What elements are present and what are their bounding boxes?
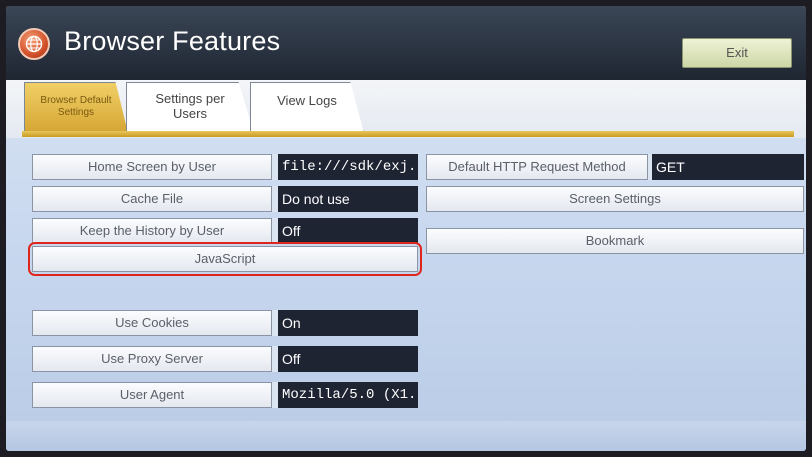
setting-label[interactable]: User Agent — [32, 382, 272, 408]
tab-settings-per-users[interactable]: Settings per Users — [126, 82, 254, 133]
setting-value: Off — [278, 218, 418, 244]
setting-keep-history-by-user[interactable]: Keep the History by User Off — [32, 218, 418, 244]
setting-use-cookies[interactable]: Use Cookies On — [32, 310, 418, 336]
setting-value: Off — [278, 346, 418, 372]
setting-label[interactable]: Keep the History by User — [32, 218, 272, 244]
tab-label-line1: Browser Default — [40, 95, 112, 106]
setting-cache-file[interactable]: Cache File Do not use — [32, 186, 418, 212]
setting-home-screen-by-user[interactable]: Home Screen by User file:///sdk/exj. — [32, 154, 418, 180]
setting-value: Mozilla/5.0 (X1. — [278, 382, 418, 408]
exit-button[interactable]: Exit — [682, 38, 792, 68]
globe-icon — [18, 28, 50, 60]
page-title: Browser Features — [64, 26, 281, 56]
tab-browser-default-settings[interactable]: Browser Default Settings — [24, 82, 128, 133]
bottom-bar — [6, 421, 806, 451]
setting-bookmark[interactable]: Bookmark — [426, 228, 804, 254]
tab-label-line2: Users — [173, 106, 207, 121]
setting-default-http-request-method[interactable]: Default HTTP Request Method GET — [426, 154, 804, 180]
setting-label[interactable]: Home Screen by User — [32, 154, 272, 180]
setting-user-agent[interactable]: User Agent Mozilla/5.0 (X1. — [32, 382, 418, 408]
browser-features-screen: Browser Features Exit Browser Default Se… — [6, 6, 806, 451]
setting-screen-settings[interactable]: Screen Settings — [426, 186, 804, 212]
setting-value: Do not use — [278, 186, 418, 212]
setting-label[interactable]: Cache File — [32, 186, 272, 212]
setting-label[interactable]: Default HTTP Request Method — [426, 154, 648, 180]
setting-value: On — [278, 310, 418, 336]
title-bar: Browser Features Exit — [6, 6, 806, 80]
setting-label[interactable]: Bookmark — [426, 228, 804, 254]
tab-view-logs[interactable]: View Logs — [250, 82, 364, 133]
setting-value: GET — [652, 154, 804, 180]
tab-label-line1: Settings per — [155, 91, 225, 106]
setting-use-proxy-server[interactable]: Use Proxy Server Off — [32, 346, 418, 372]
setting-value: file:///sdk/exj. — [278, 154, 418, 180]
tab-label-line2: Settings — [57, 107, 95, 118]
setting-label[interactable]: Screen Settings — [426, 186, 804, 212]
setting-label[interactable]: Use Proxy Server — [32, 346, 272, 372]
javascript-highlight-outline — [28, 242, 422, 276]
tab-label-line1: View Logs — [277, 93, 337, 108]
setting-label[interactable]: Use Cookies — [32, 310, 272, 336]
tab-underline — [22, 131, 794, 137]
